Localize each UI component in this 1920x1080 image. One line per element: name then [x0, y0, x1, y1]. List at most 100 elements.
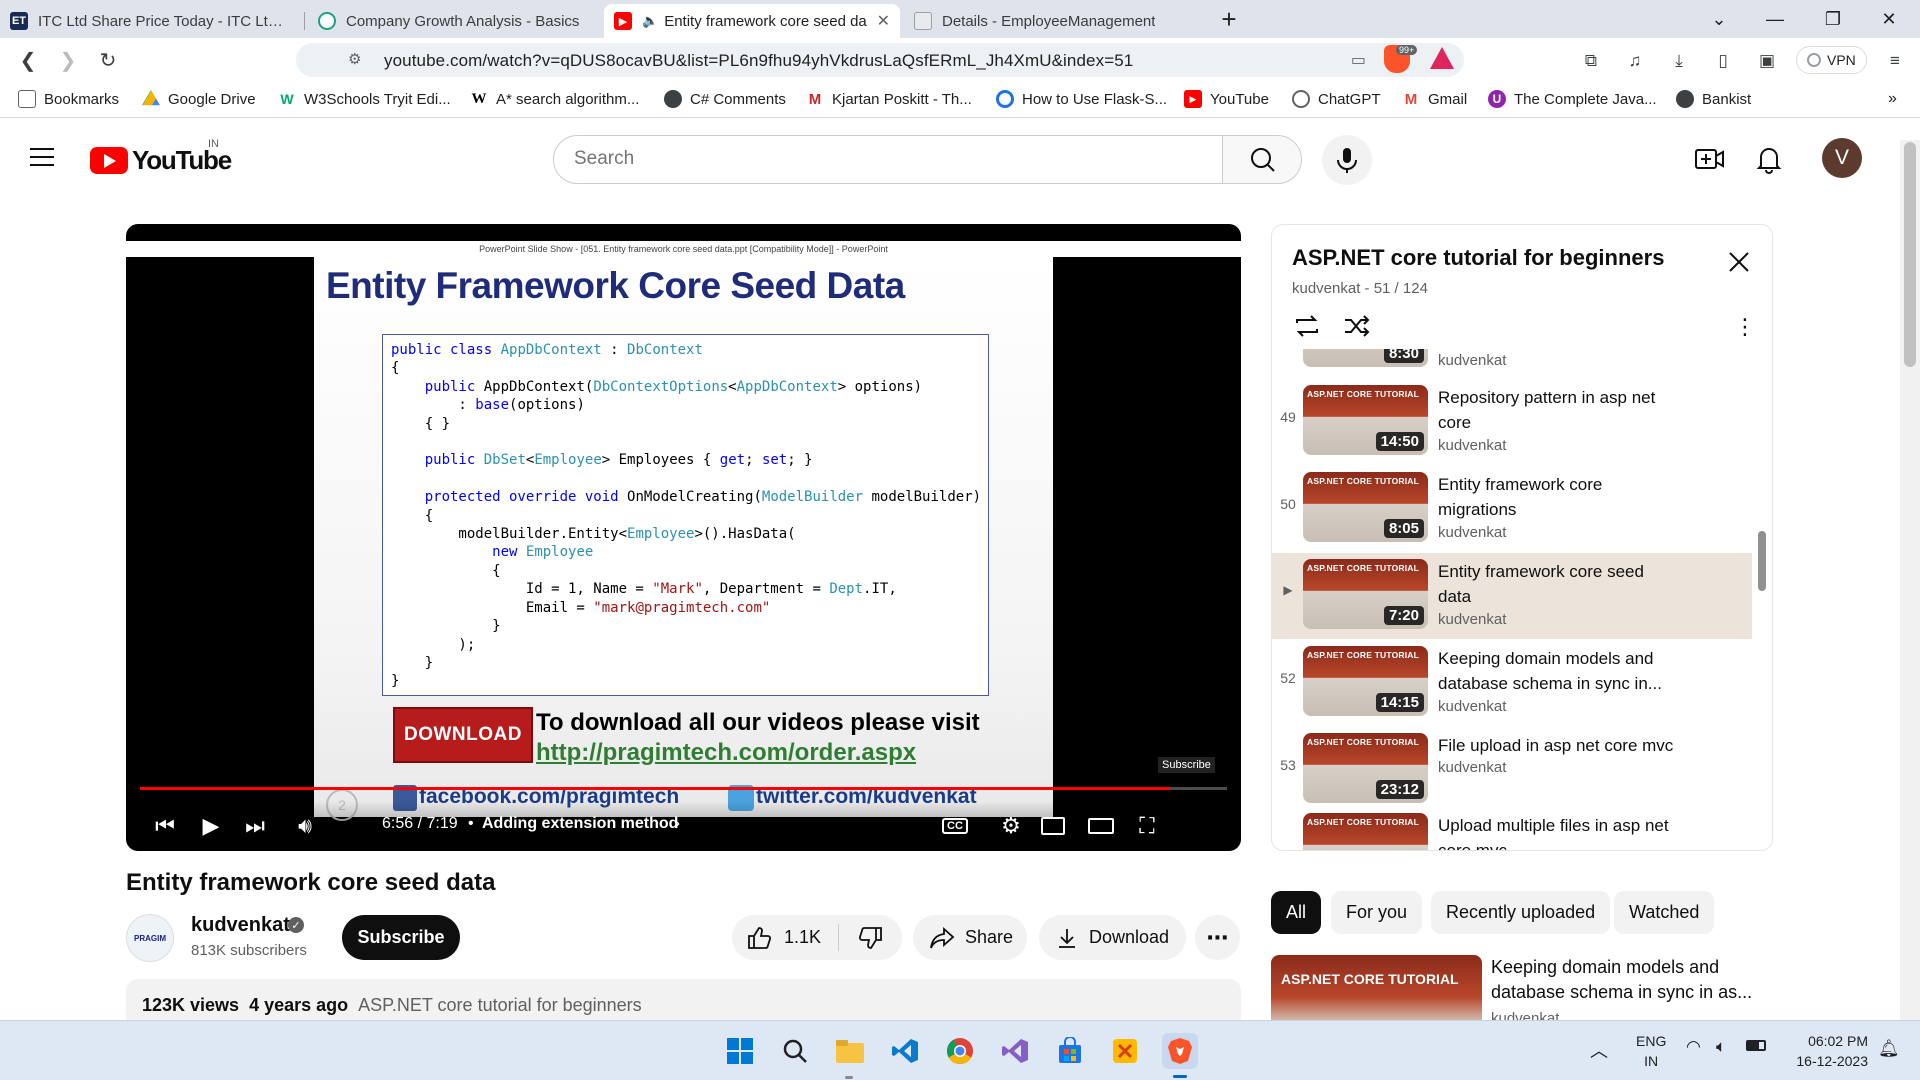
next-icon[interactable]: ⏭ [240, 811, 270, 841]
search-icon[interactable] [777, 1033, 813, 1069]
notifications-button[interactable] [1752, 142, 1786, 176]
menu-icon[interactable]: ≡ [1884, 50, 1906, 72]
dislike-button[interactable] [839, 915, 902, 960]
search-input[interactable] [574, 148, 1174, 170]
bookmark-gmail[interactable]: M Gmail [1402, 90, 1467, 108]
subscribe-watermark[interactable]: Subscribe [1158, 757, 1215, 773]
bookmark-java[interactable]: U The Complete Java... [1488, 90, 1657, 108]
shuffle-icon[interactable] [1342, 311, 1372, 341]
reload-icon[interactable]: ↻ [94, 46, 122, 74]
tab-employee-management[interactable]: Details - EmployeeManagement [904, 4, 1194, 38]
snipping-tool-icon[interactable] [1107, 1033, 1143, 1069]
chevron-right-icon[interactable]: › [674, 813, 680, 834]
chip-all[interactable]: All [1271, 891, 1322, 934]
wifi-icon[interactable]: ◠ [1686, 1037, 1701, 1057]
playlist-link[interactable]: ASP.NET core tutorial for beginners [358, 995, 641, 1015]
recommended-video-title[interactable]: Keeping domain models and database schem… [1491, 955, 1761, 1005]
brave-shields-icon[interactable]: 99+ [1384, 45, 1418, 73]
chip-watched[interactable]: Watched [1614, 891, 1715, 934]
maximize-button[interactable]: ❐ [1810, 0, 1856, 38]
progress-bar[interactable] [140, 787, 1227, 790]
input-language[interactable]: ENG IN [1636, 1031, 1666, 1071]
chrome-icon[interactable] [942, 1033, 978, 1069]
tab-search-chevron-icon[interactable]: ⌄ [1696, 0, 1742, 38]
playlist-scrollbar[interactable] [1758, 531, 1766, 591]
downloads-icon[interactable]: ⤓ [1668, 50, 1690, 72]
theater-mode-icon[interactable] [1086, 811, 1116, 841]
brave-browser-icon[interactable] [1162, 1033, 1198, 1069]
bookmark-chatgpt[interactable]: ChatGPT [1292, 90, 1381, 108]
bookmark-bankist[interactable]: Bankist [1676, 90, 1751, 108]
bookmark-google-drive[interactable]: Google Drive [142, 90, 256, 108]
bookmark-bookmarks[interactable]: Bookmarks [18, 90, 119, 108]
loop-icon[interactable] [1292, 311, 1322, 341]
settings-gear-icon[interactable]: ⚙ [996, 811, 1026, 841]
file-explorer-icon[interactable] [832, 1033, 868, 1069]
playlist-item[interactable]: 8:30 kudvenkat [1272, 349, 1752, 377]
close-tab-icon[interactable]: ✕ [877, 11, 890, 31]
brave-rewards-icon[interactable] [1430, 47, 1454, 69]
page-scrollbar[interactable] [1900, 140, 1920, 1020]
url-text[interactable]: youtube.com/watch?v=qDUS8ocavBU&list=PL6… [384, 51, 1133, 71]
windows-start-icon[interactable] [722, 1033, 758, 1069]
tab-itc[interactable]: ET ITC Ltd Share Price Today - ITC Ltd S… [0, 4, 300, 38]
playlist-item[interactable]: 49 ASP.NET CORE TUTORIAL 14:50 Repository… [1272, 379, 1752, 465]
cast-icon[interactable]: ▭ [1351, 50, 1366, 70]
show-hidden-icons-chevron-icon[interactable]: ︿ [1590, 1037, 1608, 1063]
address-bar[interactable]: ⚙︎ youtube.com/watch?v=qDUS8ocavBU&list=… [296, 43, 1464, 77]
share-button[interactable]: Share [913, 915, 1027, 960]
previous-icon[interactable]: ⏮ [150, 811, 180, 841]
menu-hamburger-icon[interactable] [30, 148, 54, 166]
bookmark-astar[interactable]: W A* search algorithm... [470, 90, 639, 108]
vpn-button[interactable]: VPN [1796, 46, 1867, 74]
search-box[interactable] [553, 135, 1223, 184]
playlist-item[interactable]: 52 ASP.NET CORE TUTORIAL 14:15 Keeping do… [1272, 640, 1752, 726]
extensions-icon[interactable]: ⧉ [1580, 50, 1602, 72]
speaker-icon[interactable]: 🔈︎ [1716, 1037, 1726, 1057]
bookmark-kjartan[interactable]: M Kjartan Poskitt - Th... [806, 90, 972, 108]
close-playlist-icon[interactable] [1722, 245, 1756, 279]
chapter-title[interactable]: Adding extension method [482, 815, 678, 833]
battery-icon[interactable] [1746, 1040, 1766, 1051]
create-button[interactable] [1693, 144, 1727, 174]
more-bookmarks-icon[interactable]: » [1888, 90, 1897, 108]
visual-studio-icon[interactable] [997, 1033, 1033, 1069]
wallet-icon[interactable]: ▣ [1756, 50, 1778, 72]
account-avatar[interactable]: V [1822, 138, 1862, 178]
microsoft-store-icon[interactable] [1052, 1033, 1088, 1069]
miniplayer-icon[interactable] [1038, 811, 1068, 841]
tab-entity-framework[interactable]: ▶ 🔈 Entity framework core seed da ✕ [604, 4, 900, 38]
new-tab-button[interactable]: + [1206, 0, 1252, 38]
voice-search-button[interactable] [1322, 135, 1372, 185]
chip-recently-uploaded[interactable]: Recently uploaded [1431, 891, 1611, 934]
chip-for-you[interactable]: For you [1331, 891, 1423, 934]
play-icon[interactable]: ▶ [196, 811, 226, 841]
playlist-item[interactable]: 53 ASP.NET CORE TUTORIAL 23:12 File uploa… [1272, 727, 1752, 813]
playlist-more-icon[interactable]: ⋮ [1734, 313, 1756, 341]
search-button[interactable] [1222, 135, 1302, 184]
playlist-item-current[interactable]: ▶ ASP.NET CORE TUTORIAL 7:20 Entity frame… [1272, 553, 1752, 639]
video-player[interactable]: PowerPoint Slide Show - [051. Entity fra… [126, 224, 1241, 851]
vscode-icon[interactable] [887, 1033, 923, 1069]
recommended-video-thumbnail[interactable]: ASP.NET CORE TUTORIAL [1271, 955, 1482, 1025]
playlist-item[interactable]: ASP.NET CORE TUTORIAL Upload multiple fi… [1272, 807, 1752, 850]
back-icon[interactable]: ❮ [14, 46, 42, 74]
site-settings-icon[interactable]: ⚙︎ [348, 50, 361, 68]
fullscreen-icon[interactable]: ⛶ [1132, 811, 1162, 841]
notification-bell-icon[interactable]: 🔔︎ [1878, 1039, 1900, 1059]
media-icon[interactable]: ♫ [1624, 50, 1646, 72]
volume-icon[interactable]: 🔊︎ [290, 811, 320, 841]
scrollbar-thumb[interactable] [1904, 142, 1916, 367]
minimize-button[interactable]: — [1752, 0, 1798, 38]
playlist-item[interactable]: 50 ASP.NET CORE TUTORIAL 8:05 Entity fram… [1272, 466, 1752, 552]
more-actions-icon[interactable]: ⋯ [1195, 915, 1240, 960]
channel-name[interactable]: kudvenkat [191, 914, 290, 937]
close-window-button[interactable]: ✕ [1866, 0, 1912, 38]
captions-icon[interactable]: CC [940, 811, 970, 841]
bookmark-youtube[interactable]: ▶ YouTube [1184, 90, 1269, 108]
channel-avatar[interactable]: PRAGIM [126, 914, 174, 962]
like-button[interactable]: 1.1K [732, 915, 838, 960]
playlist-title[interactable]: ASP.NET core tutorial for beginners [1292, 245, 1664, 271]
tab-company-growth[interactable]: Company Growth Analysis - Basics [308, 4, 600, 38]
audio-playing-icon[interactable]: 🔈 [642, 13, 658, 29]
